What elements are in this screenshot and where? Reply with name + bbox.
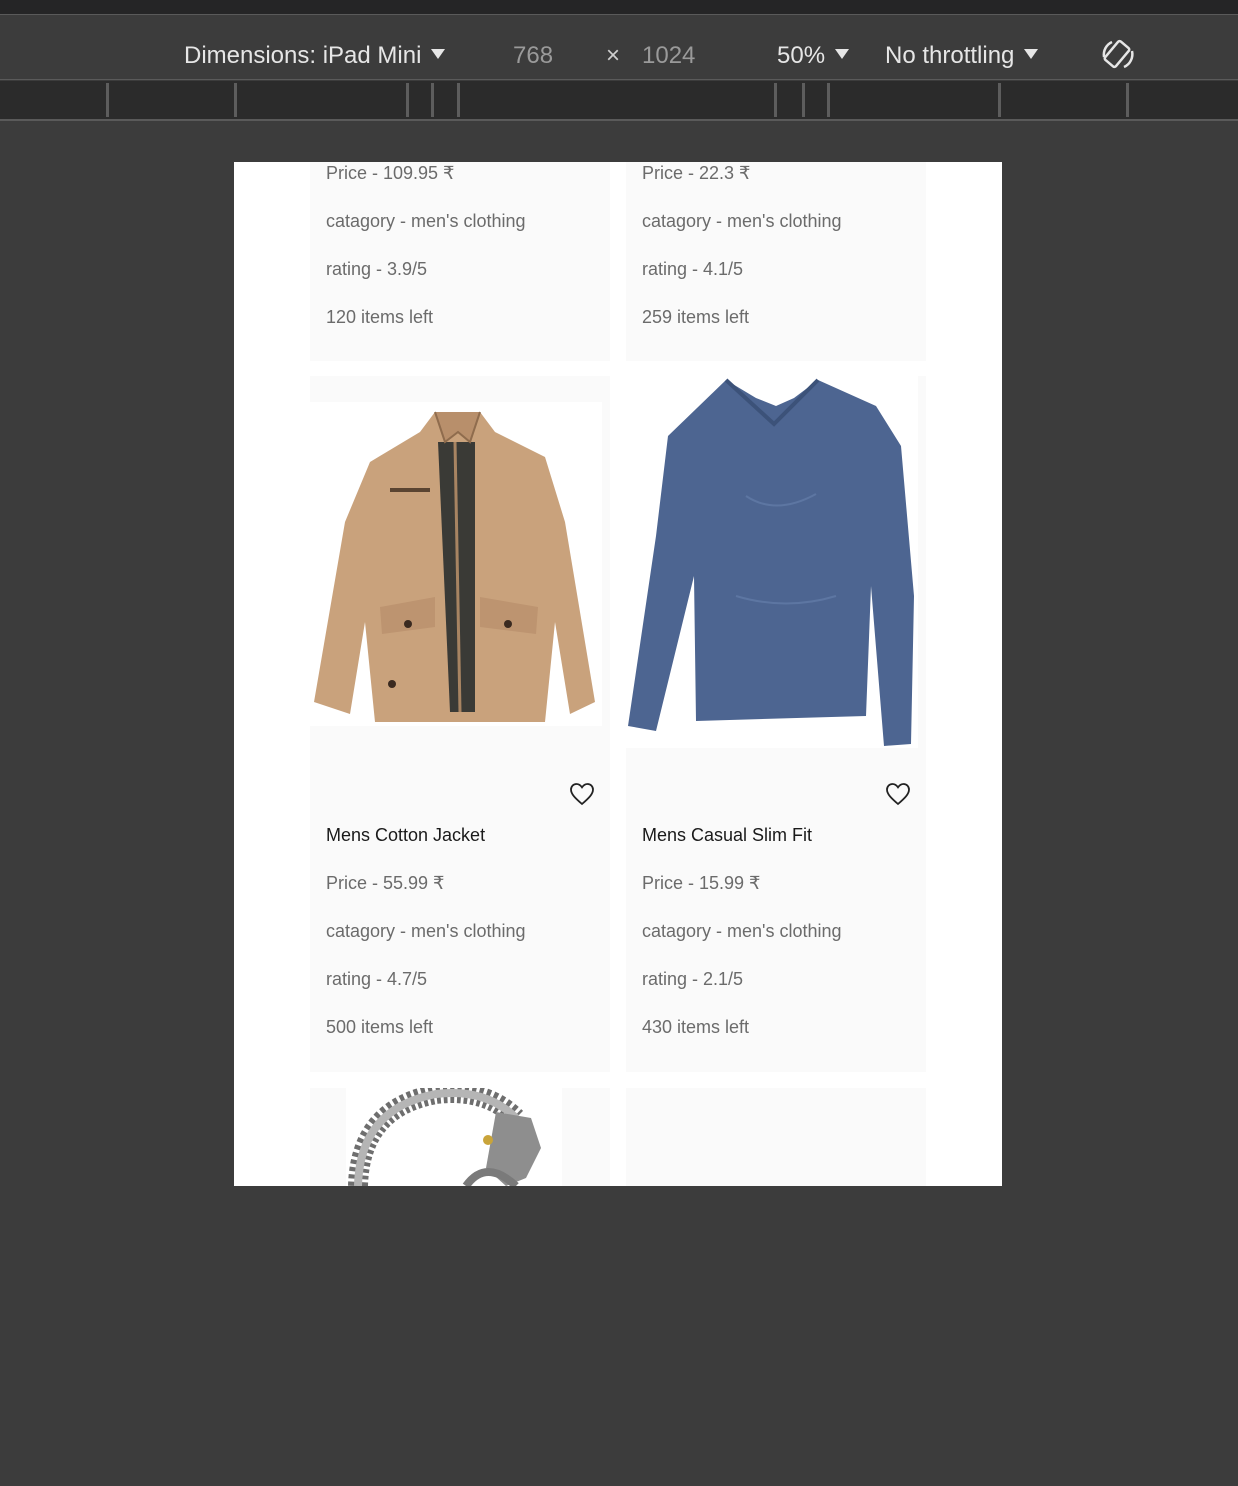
ruler-tick[interactable] (1126, 83, 1129, 117)
product-category: catagory - men's clothing (642, 211, 842, 231)
dimensions-dropdown[interactable]: Dimensions: iPad Mini (184, 41, 446, 71)
product-category: catagory - men's clothing (326, 921, 526, 941)
product-card[interactable]: Mens Casual Slim Fit Price - 15.99 ₹ cat… (626, 376, 926, 1072)
ruler-tick[interactable] (998, 83, 1001, 117)
product-stock: 259 items left (642, 307, 750, 327)
ruler-tick[interactable] (457, 83, 460, 117)
product-stock: 120 items left (326, 307, 434, 327)
product-card[interactable]: Price - 109.95 ₹ catagory - men's clothi… (310, 162, 610, 361)
chevron-down-icon (835, 49, 850, 59)
product-price: Price - 15.99 ₹ (642, 873, 761, 893)
product-stock: 430 items left (642, 1017, 750, 1037)
throttling-dropdown[interactable]: No throttling (885, 41, 1039, 71)
product-card[interactable]: Mens Cotton Jacket Price - 55.99 ₹ catag… (310, 376, 610, 1072)
ruler-tick[interactable] (774, 83, 777, 117)
chevron-down-icon (431, 49, 446, 59)
device-toolbar: Dimensions: iPad Mini 768 × 1024 50% No … (0, 14, 1238, 80)
wishlist-heart-icon[interactable] (885, 782, 911, 806)
product-image[interactable] (346, 1083, 562, 1186)
product-image[interactable] (626, 376, 918, 748)
wishlist-heart-icon[interactable] (569, 782, 595, 806)
product-title[interactable]: Mens Cotton Jacket (326, 824, 485, 846)
bracelet-image (348, 1083, 541, 1186)
product-price: Price - 109.95 ₹ (326, 163, 455, 183)
zoom-label: 50% (777, 42, 826, 69)
product-rating: rating - 4.7/5 (326, 969, 428, 989)
product-rating: rating - 2.1/5 (642, 969, 744, 989)
product-category: catagory - men's clothing (326, 211, 526, 231)
product-card[interactable] (310, 1083, 610, 1186)
product-image[interactable] (310, 402, 602, 726)
product-stock: 500 items left (326, 1017, 434, 1037)
dimensions-label: Dimensions: iPad Mini (184, 42, 422, 69)
shirt-image (628, 378, 914, 746)
product-category: catagory - men's clothing (642, 921, 842, 941)
zoom-dropdown[interactable]: 50% (777, 41, 850, 71)
product-title[interactable]: Mens Casual Slim Fit (642, 824, 812, 846)
device-viewport: Price - 109.95 ₹ catagory - men's clothi… (234, 162, 1002, 1186)
ruler-tick[interactable] (234, 83, 237, 117)
product-card[interactable] (626, 1088, 926, 1186)
ruler-tick[interactable] (827, 83, 830, 117)
devtools-top-strip (0, 0, 1238, 14)
width-input[interactable]: 768 (513, 41, 553, 71)
product-rating: rating - 3.9/5 (326, 259, 428, 279)
rotate-device-icon[interactable] (1100, 37, 1136, 81)
product-rating: rating - 4.1/5 (642, 259, 744, 279)
ruler-tick[interactable] (106, 83, 109, 117)
height-input[interactable]: 1024 (642, 41, 695, 71)
product-card[interactable]: Price - 22.3 ₹ catagory - men's clothing… (626, 162, 926, 361)
product-price: Price - 22.3 ₹ (642, 163, 751, 183)
throttling-label: No throttling (885, 42, 1015, 69)
jacket-image (314, 411, 595, 722)
times-icon: × (606, 42, 621, 69)
ruler-tick[interactable] (802, 83, 805, 117)
media-query-ruler (0, 81, 1238, 121)
chevron-down-icon (1024, 49, 1039, 59)
ruler-tick[interactable] (431, 83, 434, 117)
product-price: Price - 55.99 ₹ (326, 873, 445, 893)
ruler-tick[interactable] (406, 83, 409, 117)
